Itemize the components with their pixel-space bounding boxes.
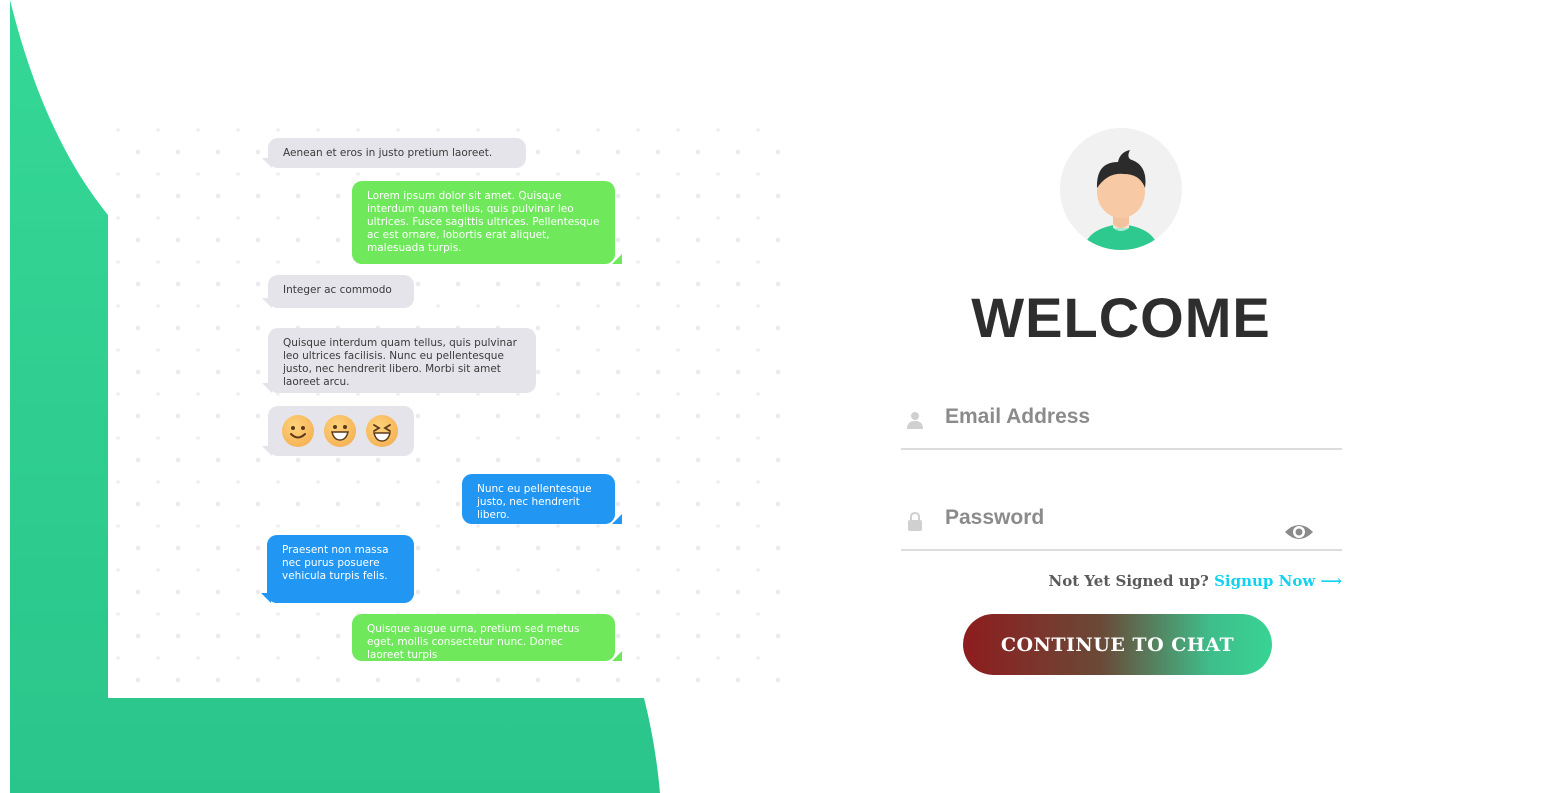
email-field-group <box>901 392 1342 450</box>
arrow-right-icon: ⟶ <box>1320 572 1342 590</box>
continue-to-chat-button[interactable]: CONTINUE TO CHAT <box>963 614 1272 675</box>
signup-prompt-text: Not Yet Signed up? <box>1048 572 1209 590</box>
eye-icon[interactable] <box>1284 521 1314 543</box>
grin-emoji-icon <box>324 415 356 447</box>
page-title: WELCOME <box>971 286 1271 349</box>
chat-bubble-incoming: Quisque interdum quam tellus, quis pulvi… <box>262 328 536 393</box>
password-input[interactable] <box>943 501 1277 535</box>
signup-link[interactable]: Signup Now ⟶ <box>1214 572 1342 590</box>
lock-icon <box>908 511 922 531</box>
smile-emoji-icon <box>282 415 314 447</box>
signup-link-text: Signup Now <box>1214 572 1316 590</box>
chat-illustration-card: Aenean et eros in justo pretium laoreet.… <box>108 122 784 698</box>
chat-bubble-emojis <box>262 406 414 456</box>
chat-bubble-incoming: Aenean et eros in justo pretium laoreet. <box>262 138 526 168</box>
user-avatar-icon <box>1060 128 1182 250</box>
signup-prompt: Not Yet Signed up? Signup Now ⟶ <box>901 572 1342 590</box>
chat-bubble-outgoing: Nunc eu pellentesque justo, nec hendreri… <box>462 474 622 524</box>
email-input[interactable] <box>943 400 1277 434</box>
chat-bubble-outgoing: Lorem ipsum dolor sit amet. Quisque inte… <box>352 181 622 264</box>
laugh-emoji-icon <box>366 415 398 447</box>
chat-bubble-incoming: Integer ac commodo <box>262 275 414 308</box>
user-icon <box>907 412 923 429</box>
chat-bubble-incoming: Praesent non massa nec purus posuere veh… <box>261 535 414 603</box>
chat-bubble-outgoing: Quisque augue urna, pretium sed metus eg… <box>352 614 622 661</box>
password-field-group <box>901 493 1342 551</box>
